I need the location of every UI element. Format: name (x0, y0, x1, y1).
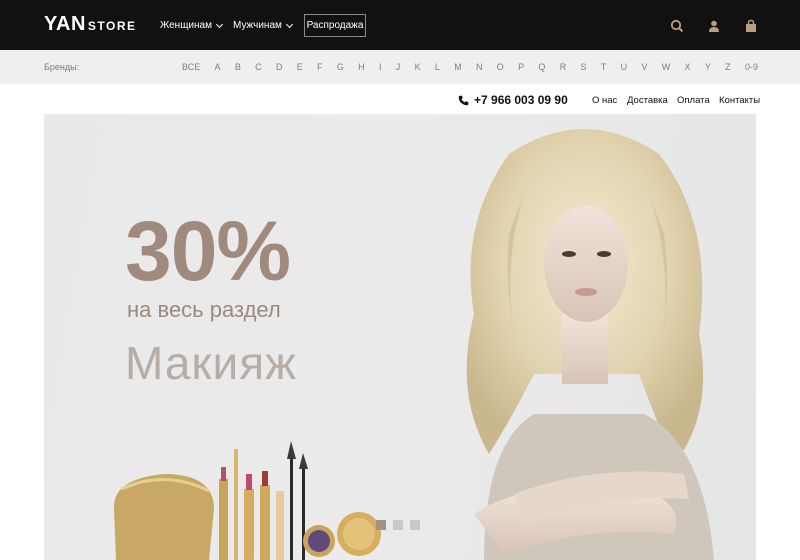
model-image (466, 129, 714, 560)
slider-dots (376, 520, 420, 530)
brand-letter-c[interactable]: C (255, 62, 262, 72)
brand-letter-l[interactable]: L (435, 62, 440, 72)
nav-women-label: Женщинам (160, 20, 212, 31)
promo-banner[interactable]: 30% на весь раздел Макияж (44, 114, 756, 560)
banner-category: Макияж (125, 337, 297, 389)
cart-icon[interactable] (744, 19, 758, 33)
brand-letter-q[interactable]: Q (538, 62, 545, 72)
brand-letter-k[interactable]: K (415, 62, 421, 72)
brand-letter-a[interactable]: A (215, 62, 221, 72)
phone-number: +7 966 003 09 90 (474, 93, 568, 107)
nav-men-label: Мужчинам (233, 20, 282, 31)
brand-letter-y[interactable]: Y (705, 62, 711, 72)
slider-dot[interactable] (393, 520, 403, 530)
brand-letter-b[interactable]: B (235, 62, 241, 72)
user-icon[interactable] (707, 19, 721, 33)
cosmetics-image (113, 441, 381, 560)
brand-letter-d[interactable]: D (276, 62, 283, 72)
brand-letter-n[interactable]: N (476, 62, 483, 72)
link-payment[interactable]: Оплата (677, 95, 710, 106)
sale-button[interactable]: Распродажа (304, 14, 366, 37)
link-about[interactable]: О нас (592, 95, 617, 106)
nav-men[interactable]: Мужчинам (233, 20, 293, 31)
store-logo[interactable]: YAN STORE (44, 13, 137, 36)
brand-letter-t[interactable]: T (601, 62, 607, 72)
brand-letter-j[interactable]: J (396, 62, 401, 72)
brand-letter-s[interactable]: S (581, 62, 587, 72)
brand-letter-u[interactable]: U (621, 62, 628, 72)
logo-sub-text: STORE (87, 19, 137, 33)
banner-subtitle: на весь раздел (127, 297, 281, 322)
brands-label: Бренды: (44, 62, 80, 72)
brand-letter-p[interactable]: P (518, 62, 524, 72)
link-delivery[interactable]: Доставка (627, 95, 668, 106)
top-navigation-bar: YAN STORE Женщинам Мужчинам Распродажа (0, 0, 800, 50)
brand-letter-w[interactable]: W (662, 62, 671, 72)
brand-letter-r[interactable]: R (560, 62, 567, 72)
banner-headline: 30% (125, 204, 291, 298)
slider-dot[interactable] (410, 520, 420, 530)
brand-letter-h[interactable]: H (358, 62, 365, 72)
brand-letter-все[interactable]: ВСЕ (182, 62, 200, 72)
brand-letter-m[interactable]: M (454, 62, 462, 72)
brand-letter-g[interactable]: G (337, 62, 344, 72)
brand-letter-z[interactable]: Z (725, 62, 731, 72)
brand-letter-i[interactable]: I (379, 62, 382, 72)
search-icon[interactable] (670, 19, 684, 33)
logo-main-text: YAN (44, 13, 86, 35)
brand-letter-e[interactable]: E (297, 62, 303, 72)
brand-letter-v[interactable]: V (641, 62, 647, 72)
brands-bar: Бренды: ВСЕ A B C D E F G H I J K L M N O P Q R S T U V W X Y Z 0-9 (0, 50, 800, 84)
phone-link[interactable]: +7 966 003 09 90 (458, 93, 568, 107)
slider-dot[interactable] (376, 520, 386, 530)
brand-letter-x[interactable]: X (685, 62, 691, 72)
brand-letter-f[interactable]: F (317, 62, 323, 72)
nav-women[interactable]: Женщинам (160, 20, 224, 31)
brand-letter-o[interactable]: O (497, 62, 504, 72)
phone-icon (458, 95, 469, 105)
chevron-down-icon (215, 20, 224, 28)
brand-letter-0-9[interactable]: 0-9 (745, 62, 758, 72)
chevron-down-icon (285, 20, 293, 28)
info-row: +7 966 003 09 90 О нас Доставка Оплата К… (0, 84, 800, 114)
brand-letters: ВСЕ A B C D E F G H I J K L M N O P Q R S T U V W X Y Z 0-9 (182, 62, 758, 72)
link-contacts[interactable]: Контакты (719, 95, 760, 106)
